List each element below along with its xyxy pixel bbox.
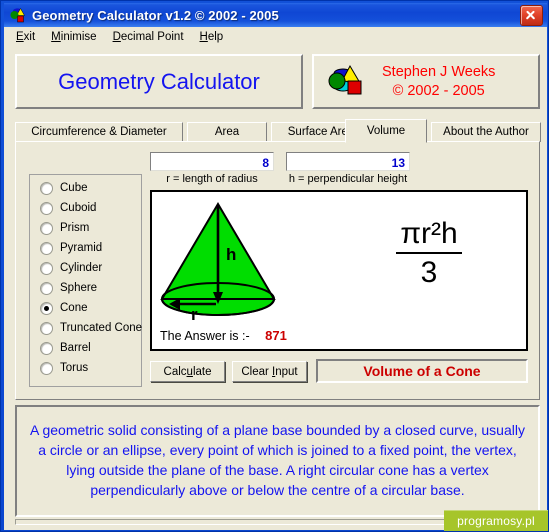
shapes-logo-icon: [326, 64, 366, 100]
radio-truncated-cone[interactable]: Truncated Cone: [30, 318, 143, 338]
height-input[interactable]: [286, 152, 410, 171]
radio-cube-label: Cube: [60, 182, 88, 194]
title-bar: Geometry Calculator v1.2 © 2002 - 2005: [4, 3, 547, 27]
menu-item-decimal-point[interactable]: Decimal Point: [105, 29, 192, 45]
radio-cube[interactable]: Cube: [30, 178, 141, 198]
radio-indicator: [40, 321, 53, 335]
radio-pyramid[interactable]: Pyramid: [30, 238, 141, 258]
radio-indicator: [40, 181, 53, 195]
radio-sphere-label: Sphere: [60, 282, 98, 294]
tab-about-the-author-label: About the Author: [443, 126, 529, 138]
tab-bar: Circumference & Diameter Area Surface Ar…: [15, 118, 541, 143]
window-title: Geometry Calculator v1.2 © 2002 - 2005: [32, 7, 279, 23]
description-text: A geometric solid consisting of a plane …: [30, 422, 525, 498]
radio-cone-label: Cone: [60, 302, 88, 314]
tab-panel-volume: Cube Cuboid Prism Pyramid Cylinder Spher…: [15, 141, 540, 400]
radio-barrel-label: Barrel: [60, 342, 91, 354]
height-caption: h = perpendicular height: [288, 173, 408, 185]
tab-circumference-diameter-label: Circumference & Diameter: [31, 126, 167, 138]
radio-indicator: [40, 341, 53, 355]
window-frame: Geometry Calculator v1.2 © 2002 - 2005 E…: [0, 0, 549, 532]
radio-barrel[interactable]: Barrel: [30, 338, 141, 358]
radio-indicator: [40, 361, 53, 375]
menu-item-help[interactable]: Help: [192, 29, 232, 45]
menu-item-exit-label: xit: [23, 30, 36, 43]
cone-diagram-icon: h r: [160, 202, 276, 324]
shape-title: Volume of a Cone: [363, 363, 481, 379]
clear-input-button-label: Clear Input: [241, 365, 298, 378]
shape-title-panel: Volume of a Cone: [316, 359, 528, 383]
radius-caption: r = length of radius: [166, 173, 258, 185]
radio-cylinder[interactable]: Cylinder: [30, 258, 141, 278]
shape-selector-list: Cube Cuboid Prism Pyramid Cylinder Spher…: [29, 174, 142, 387]
clear-input-button[interactable]: Clear Input: [232, 361, 307, 382]
author-panel: Stephen J Weeks © 2002 - 2005: [312, 54, 540, 109]
radio-truncated-cone-label: Truncated Cone: [60, 322, 143, 334]
radio-prism-label: Prism: [60, 222, 90, 234]
author-name: Stephen J Weeks: [382, 64, 496, 81]
formula-numerator: πr²h: [396, 218, 462, 254]
calculate-button[interactable]: Calculate: [150, 361, 225, 382]
radio-pyramid-label: Pyramid: [60, 242, 103, 254]
radio-cylinder-label: Cylinder: [60, 262, 103, 274]
svg-text:h: h: [226, 245, 236, 264]
radio-indicator: [40, 301, 53, 315]
radio-torus-label: Torus: [60, 362, 89, 374]
tab-about-the-author[interactable]: About the Author: [431, 122, 541, 142]
answer-value: 871: [265, 328, 287, 343]
application-window: Geometry Calculator v1.2 © 2002 - 2005 E…: [0, 0, 549, 532]
radio-indicator: [40, 261, 53, 275]
menu-item-exit[interactable]: Exit: [8, 29, 43, 45]
radio-torus[interactable]: Torus: [30, 358, 141, 378]
radio-sphere[interactable]: Sphere: [30, 278, 141, 298]
svg-text:r: r: [191, 305, 198, 324]
radio-indicator: [40, 241, 53, 255]
radio-indicator: [40, 281, 53, 295]
radio-cone[interactable]: Cone: [30, 298, 141, 318]
tab-volume[interactable]: Volume: [345, 119, 427, 143]
menu-bar: Exit Minimise Decimal Point Help: [4, 27, 547, 46]
formula-denominator: 3: [420, 255, 438, 289]
menu-item-minimise[interactable]: Minimise: [43, 29, 104, 45]
author-copyright: © 2002 - 2005: [392, 82, 485, 99]
answer-label: The Answer is :-: [160, 329, 250, 343]
radio-cuboid[interactable]: Cuboid: [30, 198, 141, 218]
client-area: Exit Minimise Decimal Point Help Geometr…: [4, 27, 547, 530]
calculate-button-label: Calculate: [163, 365, 212, 378]
description-panel: A geometric solid consisting of a plane …: [15, 405, 540, 517]
answer-row: The Answer is :- 871: [160, 328, 287, 343]
tab-area[interactable]: Area: [187, 122, 267, 142]
diagram-panel: h r πr²h 3 The Answer is :- 871: [150, 190, 528, 351]
radio-cuboid-label: Cuboid: [60, 202, 97, 214]
radius-input[interactable]: [150, 152, 274, 171]
page-title: Geometry Calculator: [58, 68, 260, 94]
close-icon[interactable]: [520, 5, 543, 26]
radio-prism[interactable]: Prism: [30, 218, 141, 238]
app-title-panel: Geometry Calculator: [15, 54, 303, 109]
tab-circumference-diameter[interactable]: Circumference & Diameter: [15, 122, 183, 142]
volume-formula: πr²h 3: [374, 218, 484, 289]
author-credit: Stephen J Weeks © 2002 - 2005: [382, 63, 495, 99]
tab-volume-label: Volume: [366, 125, 406, 137]
menu-item-help-label: elp: [207, 30, 224, 43]
radio-indicator: [40, 221, 53, 235]
menu-item-minimise-label: inimise: [60, 30, 97, 43]
tab-area-label: Area: [214, 126, 240, 138]
shapes-icon: [9, 6, 27, 24]
radio-indicator: [40, 201, 53, 215]
menu-item-decimal-point-label: ecimal Point: [120, 30, 184, 43]
watermark-badge: programosy.pl: [444, 510, 548, 531]
